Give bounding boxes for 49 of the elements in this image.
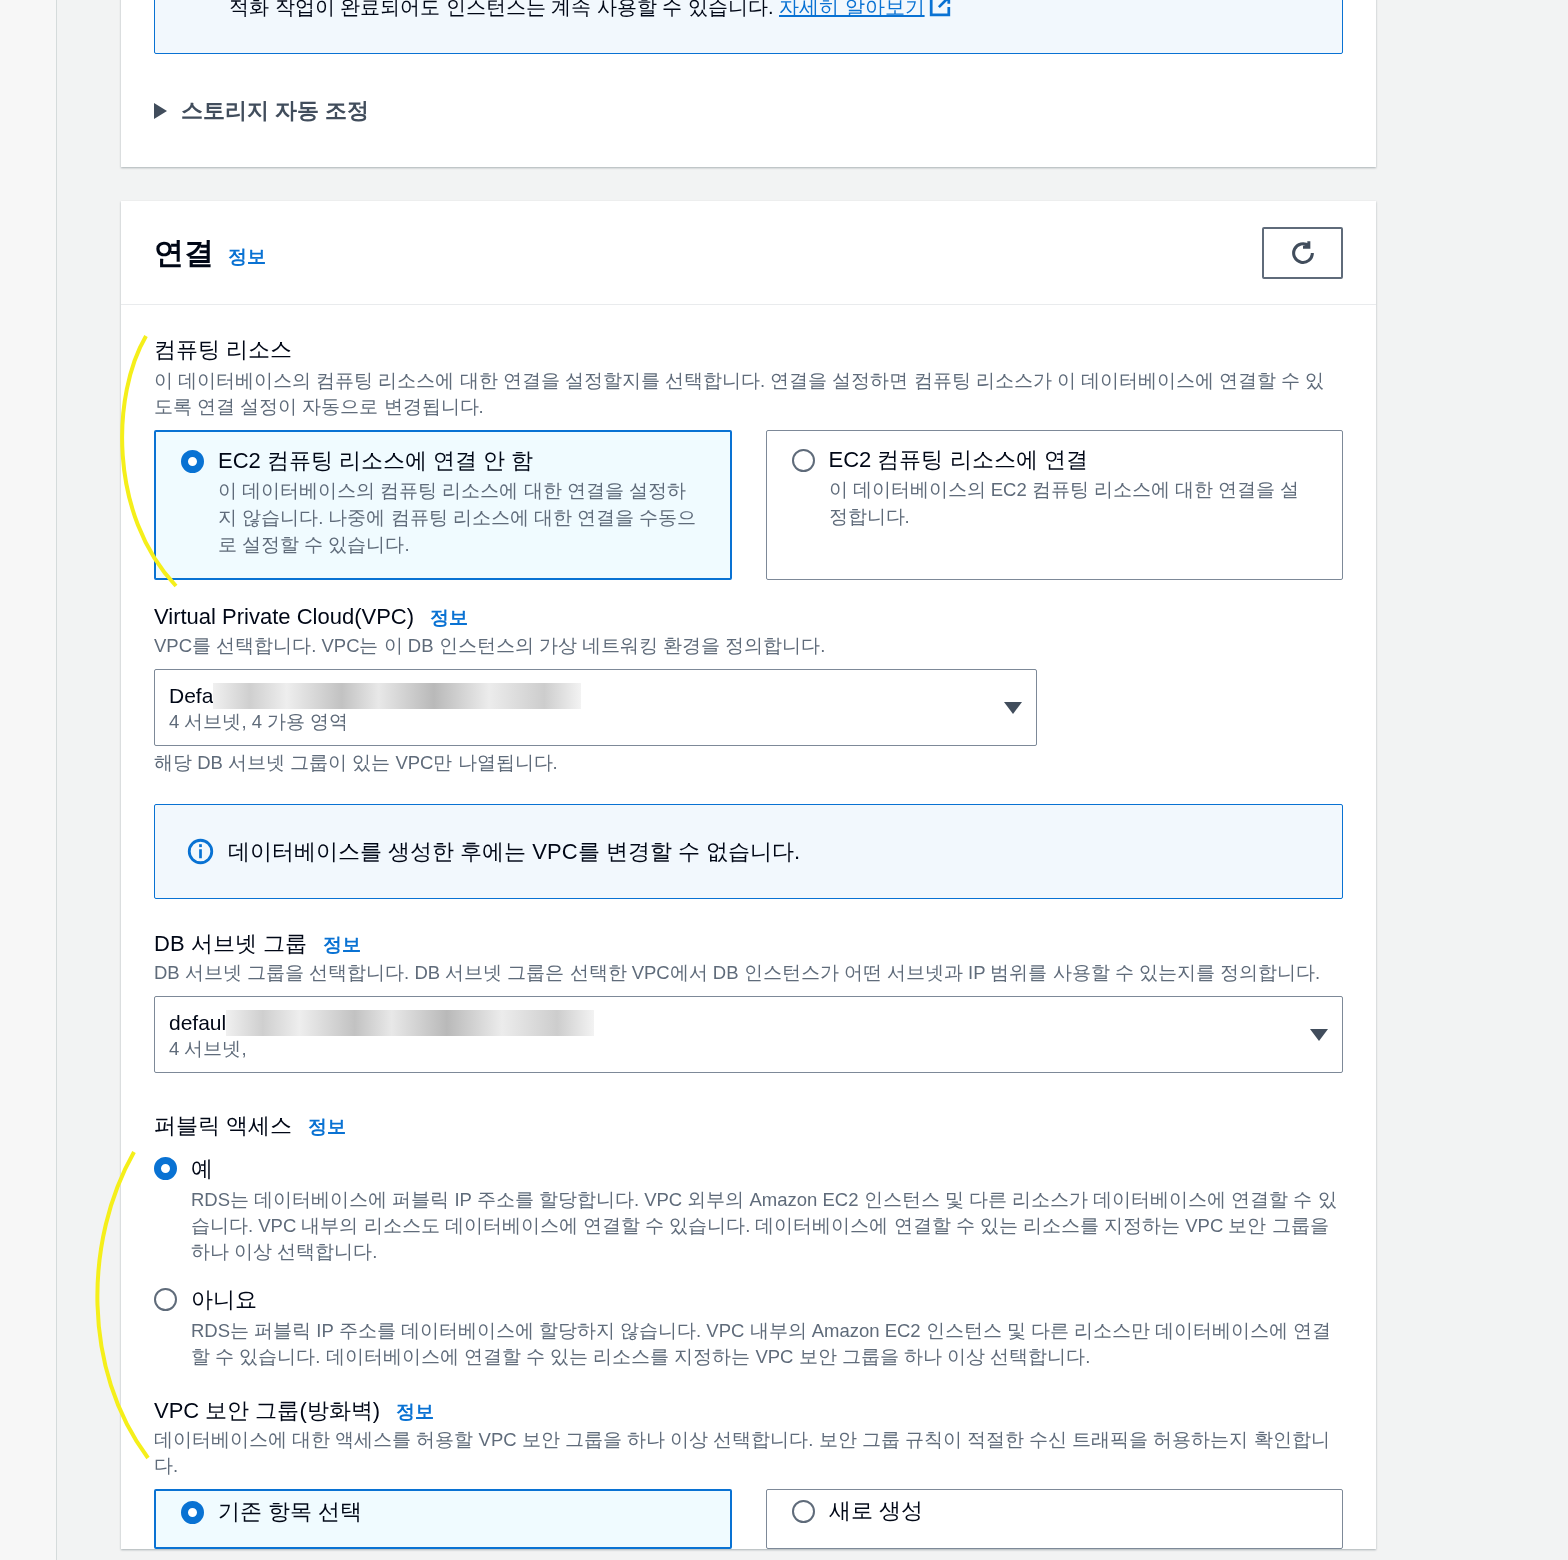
select-value: Defa <box>169 682 214 709</box>
radio-option[interactable]: 아니요 <box>154 1283 257 1316</box>
field-label: DB 서브넷 그룹 <box>154 930 307 958</box>
select-field[interactable]: defaul 4 서브넷, <box>154 996 1343 1073</box>
radio-button[interactable] <box>181 450 204 473</box>
field-label: Virtual Private Cloud(VPC) <box>154 603 415 631</box>
caret-icon <box>154 102 167 119</box>
info-icon <box>187 838 214 865</box>
select-field[interactable]: Defa 4 서브넷, 4 가용 영역 <box>154 669 1037 746</box>
alert-text: 데이터베이스를 생성한 후에는 VPC를 변경할 수 없습니다. <box>228 838 801 866</box>
select-detail: 4 서브넷, <box>169 1036 248 1061</box>
info-link[interactable]: 정보 <box>322 931 361 960</box>
radio-option[interactable]: 예 <box>154 1152 213 1185</box>
description-text: VPC를 선택합니다. VPC는 이 DB 인스턴스의 가상 네트워킹 환경을 정의합니다. <box>154 634 827 658</box>
description-text: 이 데이터베이스의 컴퓨팅 리소스에 대한 연결을 설정할지를 선택합니다. 연결을 설정하면 컴퓨팅 리소스가 이 데이터베이스에 연결할 수 있도록 연결 설정이 자동으로 변경됩니다. <box>154 369 1326 419</box>
info-link[interactable]: 정보 <box>396 1398 435 1427</box>
radio-button[interactable] <box>154 1288 177 1311</box>
caret-icon <box>1310 1028 1328 1041</box>
refresh-button[interactable] <box>1262 226 1343 279</box>
info-link[interactable]: 정보 <box>430 604 469 633</box>
expander-toggle[interactable]: 스토리지 자동 조정 <box>154 94 370 127</box>
info-link[interactable]: 정보 <box>308 1113 347 1142</box>
description-text: RDS는 퍼블릭 IP 주소를 데이터베이스에 할당하지 않습니다. VPC 내부의 Amazon EC2 인스턴스 및 다른 리소스만 데이터베이스에 연결할 수 있습니다. 데이터베이스에 연결할 수 있는 리소스를 지정하는 VPC 보안 그룹을 하나 이상 선택합니다. <box>191 1319 1333 1369</box>
option-label: EC2 컴퓨팅 리소스에 연결 안 함 <box>218 447 535 475</box>
option-label: EC2 컴퓨팅 리소스에 연결 <box>828 446 1089 474</box>
field-label: VPC 보안 그룹(방화벽) <box>154 1397 381 1425</box>
select-detail: 4 서브넷, 4 가용 영역 <box>169 709 350 734</box>
info-link[interactable]: 정보 <box>228 243 266 272</box>
radio-button[interactable] <box>791 449 815 472</box>
radio-button[interactable] <box>791 1500 815 1523</box>
field-label: 컴퓨팅 리소스 <box>154 336 293 364</box>
caret-icon <box>1004 701 1022 714</box>
description-text: DB 서브넷 그룹을 선택합니다. DB 서브넷 그룹은 선택한 VPC에서 DB 인스턴스가 어떤 서브넷과 IP 범위를 사용할 수 있는지를 정의합니다. <box>154 961 1322 985</box>
description-text: RDS는 데이터베이스에 퍼블릭 IP 주소를 할당합니다. VPC 외부의 Amazon EC2 인스턴스 및 다른 리소스가 데이터베이스에 연결할 수 있습니다. VPC 내부의 리소스도 데이터베이스에 연결할 수 있습니다. 데이터베이스에 연결할 수 있는 리소스를 지정하는 VPC 보안 그룹을 하나 이상 선택합니다. <box>191 1188 1338 1264</box>
option-description: 이 데이터베이스의 EC2 컴퓨팅 리소스에 대한 연결을 설정합니다. <box>828 478 1301 529</box>
radio-button[interactable] <box>181 1501 204 1524</box>
option-card[interactable]: 새로 생성 <box>765 1489 1343 1549</box>
section-title: 연결 <box>154 235 214 271</box>
option-card[interactable]: 기존 항목 선택 <box>154 1489 732 1549</box>
field-label: 퍼블릭 액세스 <box>154 1112 293 1140</box>
option-card[interactable]: EC2 컴퓨팅 리소스에 연결 이 데이터베이스의 EC2 컴퓨팅 리소스에 대한 연결을 설정합니다. <box>765 430 1343 580</box>
option-label: 기존 항목 선택 <box>218 1498 363 1526</box>
description-text: 해당 DB 서브넷 그룹이 있는 VPC만 나열됩니다. <box>154 751 559 775</box>
option-card[interactable]: EC2 컴퓨팅 리소스에 연결 안 함 이 데이터베이스의 컴퓨팅 리소스에 대한 연결을 설정하지 않습니다. 나중에 컴퓨팅 리소스에 대한 연결을 수동으로 설정할 수 있습니다. <box>154 430 732 580</box>
description-text: 데이터베이스에 대한 액세스를 허용할 VPC 보안 그룹을 하나 이상 선택합니다. 보안 그룹 규칙이 적절한 수신 트래픽을 허용하는지 확인합니다. <box>154 1428 1331 1478</box>
select-value: defaul <box>169 1009 227 1036</box>
radio-button[interactable] <box>154 1157 177 1180</box>
option-label: 새로 생성 <box>828 1497 923 1525</box>
option-description: 이 데이터베이스의 컴퓨팅 리소스에 대한 연결을 설정하지 않습니다. 나중에 컴퓨팅 리소스에 대한 연결을 수동으로 설정할 수 있습니다. <box>218 479 698 557</box>
